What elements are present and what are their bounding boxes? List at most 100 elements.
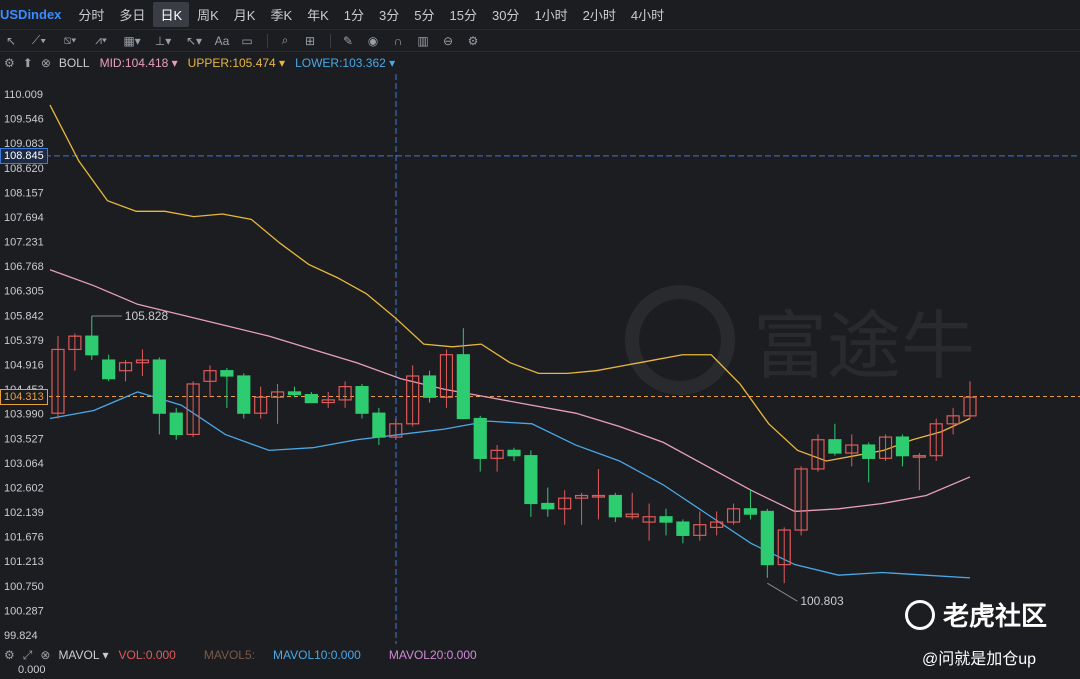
pencil-icon[interactable]: ✎ <box>337 30 359 52</box>
price-axis-label: 104.916 <box>4 360 44 372</box>
timeframe-14[interactable]: 4小时 <box>624 2 671 27</box>
price-axis-label: 100.287 <box>4 605 44 617</box>
volume-axis-zero: 0.000 <box>18 664 46 676</box>
candle-body <box>152 359 166 414</box>
price-axis-label: 101.676 <box>4 532 44 544</box>
candle-body <box>355 386 369 414</box>
community-watermark: 老虎社区 <box>905 596 1047 633</box>
boll-mid-value: MID:104.418 ▾ <box>99 56 178 70</box>
magnet-icon[interactable]: ⊞ <box>299 30 321 52</box>
mavol10-value: MAVOL10:0.000 <box>273 648 361 662</box>
price-axis-label: 102.602 <box>4 482 44 494</box>
high-annotation: 105.828 <box>125 309 169 323</box>
trash-icon[interactable]: ▥ <box>412 30 434 52</box>
tiger-icon <box>905 599 935 630</box>
channel-tool-icon[interactable]: ⧅▾ <box>56 30 84 52</box>
settings-icon[interactable]: ⚙ <box>4 648 15 662</box>
candle-body <box>456 354 470 420</box>
lock-icon[interactable]: ∩ <box>387 30 409 52</box>
candle-body <box>422 375 437 398</box>
timeframe-9[interactable]: 5分 <box>407 2 441 27</box>
drawing-toolbar: ↖ ⟋▾ ⧅▾ ⩘▾ ▦▾ ⊥▾ ↖▾ Aa ▭ ⌕ ⊞ ✎ ◉ ∩ ▥ ⊖ ⚙ <box>0 30 1080 52</box>
timeframe-6[interactable]: 年K <box>300 2 336 27</box>
timeframe-5[interactable]: 季K <box>263 2 299 27</box>
timeframe-2[interactable]: 日K <box>153 2 190 27</box>
boll-lower-value: LOWER:103.362 ▾ <box>295 56 396 70</box>
timeframe-bar: USDindex 分时 多日 日K 周K 月K 季K 年K 1分 3分 5分 15分 30分 1小时 2小… <box>0 0 1080 30</box>
line-tool-icon[interactable]: ⟋▾ <box>25 30 53 52</box>
price-axis-label: 108.157 <box>4 187 44 199</box>
expand-icon[interactable]: ⤢ <box>23 648 33 663</box>
low-annotation-line <box>767 582 798 602</box>
price-axis-label: 108.620 <box>4 163 44 175</box>
timeframe-list: 分时 多日 日K 周K 月K 季K 年K 1分 3分 5分 15分 30分 1小时 2小时 4小时 <box>71 2 672 27</box>
candle-body <box>473 417 487 459</box>
symbol-label[interactable]: USDindex <box>0 7 61 22</box>
timeframe-3[interactable]: 周K <box>190 2 226 27</box>
price-axis-label: 103.990 <box>4 409 44 421</box>
candle-body <box>862 444 876 459</box>
timeframe-1[interactable]: 多日 <box>112 2 152 27</box>
settings-icon[interactable]: ⚙ <box>4 56 15 70</box>
candle-body <box>828 439 842 454</box>
indicator-bar: ⚙ ⬆ ⊗ BOLL MID:104.418 ▾ UPPER:105.474 ▾… <box>0 52 1080 74</box>
close-icon[interactable]: ⊗ <box>40 648 50 662</box>
settings-icon[interactable]: ⚙ <box>462 30 484 52</box>
price-axis-label: 110.009 <box>4 89 43 101</box>
candle-body <box>541 502 555 510</box>
candle-body <box>524 455 538 505</box>
candle-body <box>237 375 251 414</box>
crosshair-price-tag: 108.845 <box>0 147 48 164</box>
brand-watermark: 富途牛 <box>625 285 975 395</box>
price-axis-label: 99.824 <box>4 630 38 642</box>
boll-lower-line <box>49 391 971 579</box>
indicator-name[interactable]: BOLL <box>59 56 90 70</box>
candle-body <box>608 494 622 518</box>
candle-body <box>85 335 99 356</box>
cursor-icon[interactable]: ↖ <box>0 30 22 52</box>
price-axis-label: 105.842 <box>4 310 44 322</box>
price-axis-label: 103.064 <box>4 458 44 470</box>
price-axis-label: 107.694 <box>4 212 44 224</box>
measure-tool-icon[interactable]: ⊥▾ <box>149 30 177 52</box>
fib-tool-icon[interactable]: ▦▾ <box>118 30 146 52</box>
candle-body <box>102 359 116 380</box>
toolbar-separator <box>330 33 331 48</box>
price-axis-label: 102.139 <box>4 507 44 519</box>
timeframe-0[interactable]: 分时 <box>71 2 111 27</box>
price-axis-label: 106.305 <box>4 286 44 298</box>
volume-indicator-name[interactable]: MAVOL ▾ <box>58 648 108 662</box>
timeframe-10[interactable]: 15分 <box>443 2 484 27</box>
timeframe-12[interactable]: 1小时 <box>527 2 574 27</box>
timeframe-13[interactable]: 2小时 <box>576 2 623 27</box>
current-price-tag: 104.313 <box>0 388 48 405</box>
timeframe-11[interactable]: 30分 <box>485 2 526 27</box>
volume-indicator-bar: ⚙ ⤢ ⊗ MAVOL ▾ VOL:0.000 MAVOL5: MAVOL10:… <box>0 644 1080 666</box>
price-axis-label: 106.768 <box>4 261 44 273</box>
price-axis-label: 109.546 <box>4 114 44 126</box>
price-axis-label: 103.527 <box>4 433 44 445</box>
candle-body <box>287 391 302 396</box>
candle-body <box>659 516 673 523</box>
eye-icon[interactable]: ◉ <box>362 30 384 52</box>
candle-body <box>760 510 774 566</box>
boll-upper-line <box>49 104 971 462</box>
timeframe-7[interactable]: 1分 <box>337 2 371 27</box>
timeframe-4[interactable]: 月K <box>227 2 263 27</box>
candle-body <box>372 412 386 438</box>
zoom-icon[interactable]: ⌕ <box>274 30 296 52</box>
close-icon[interactable]: ⊗ <box>41 56 51 70</box>
link-icon[interactable]: ⊖ <box>437 30 459 52</box>
comment-icon[interactable]: ▭ <box>236 30 258 52</box>
up-arrow-icon[interactable]: ⬆ <box>23 56 33 70</box>
timeframe-8[interactable]: 3分 <box>372 2 406 27</box>
candle-body <box>507 449 521 457</box>
candle-body <box>220 370 234 377</box>
price-axis-label: 107.231 <box>4 237 44 249</box>
brand-logo-icon <box>625 285 735 395</box>
boll-upper-value: UPPER:105.474 ▾ <box>187 56 286 70</box>
arrow-tool-icon[interactable]: ↖▾ <box>180 30 208 52</box>
text-tool-icon[interactable]: Aa <box>211 30 233 52</box>
mavol20-value: MAVOL20:0.000 <box>388 648 477 662</box>
pattern-tool-icon[interactable]: ⩘▾ <box>87 30 115 52</box>
